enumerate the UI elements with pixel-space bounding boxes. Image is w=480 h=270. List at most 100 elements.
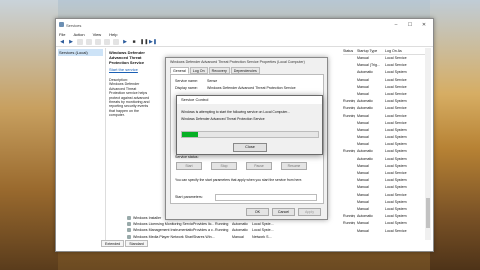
row-log-on-as: Local System <box>385 199 407 204</box>
table-row[interactable]: RunningAutomatic Local System <box>343 148 425 155</box>
tab-extended[interactable]: Extended <box>101 240 125 247</box>
service-control-title: Service Control <box>177 96 322 104</box>
cancel-button[interactable]: Cancel <box>272 208 295 216</box>
row-log-on-as: Local Service <box>385 228 407 233</box>
menu-action[interactable]: Action <box>73 31 84 38</box>
table-row[interactable]: Manual Local Service <box>343 91 425 98</box>
maximize-icon[interactable]: ☐ <box>403 19 417 31</box>
table-row[interactable]: Automatic Local System <box>343 156 425 163</box>
column-status[interactable]: Status <box>343 48 355 54</box>
service-control-dialog: Service Control Windows is attempting to… <box>176 95 323 155</box>
row-startup-type: Manual <box>357 91 369 96</box>
row-status: Running <box>343 106 355 111</box>
pause-button[interactable]: Pause <box>246 162 272 170</box>
table-row[interactable]: Manual Local Service <box>343 192 425 199</box>
export-icon[interactable] <box>104 39 110 45</box>
table-row[interactable]: RunningManual Local System <box>343 220 425 227</box>
table-row[interactable]: RunningManual Local Service <box>343 113 425 120</box>
row-startup-type: Manual <box>357 127 369 132</box>
row-startup-type: Manual <box>357 113 369 118</box>
start-button[interactable]: Start <box>176 162 202 170</box>
row-startup-type: Manual (Trig... <box>357 63 381 68</box>
back-arrow-icon[interactable]: ◀ <box>59 39 65 45</box>
close-icon[interactable]: ✕ <box>417 19 431 31</box>
close-button[interactable]: Close <box>233 143 267 152</box>
resume-button[interactable]: Resume <box>281 162 307 170</box>
tab-log-on[interactable]: Log On <box>189 67 208 74</box>
column-log-on-as[interactable]: Log On As <box>385 48 421 54</box>
table-row[interactable]: Manual Local System <box>343 177 425 184</box>
refresh-icon[interactable] <box>95 39 101 45</box>
restart-service-icon[interactable]: ▶❚ <box>149 39 157 45</box>
tree-node-services-local[interactable]: Services (Local) <box>58 49 103 56</box>
tab-dependencies[interactable]: Dependencies <box>230 67 260 74</box>
table-row[interactable]: Manual Local System <box>343 127 425 134</box>
row-status: Running <box>343 113 355 118</box>
row-startup-type: Manual <box>357 178 369 183</box>
minimize-icon[interactable]: – <box>389 19 403 31</box>
forward-arrow-icon[interactable]: ▶ <box>68 39 74 45</box>
vertical-scrollbar[interactable] <box>425 48 431 240</box>
service-action-buttons: Start Stop Pause Resume <box>176 162 307 170</box>
help-icon[interactable] <box>113 39 119 45</box>
table-row[interactable]: Manual Local Service <box>343 77 425 84</box>
row-log-on-as: Local System <box>385 206 407 211</box>
column-startup-type[interactable]: Startup Type <box>355 48 385 54</box>
row-status <box>343 177 355 184</box>
scrollbar-thumb[interactable] <box>426 198 430 228</box>
table-row[interactable]: Manual Local System <box>343 184 425 191</box>
start-parameters-input[interactable] <box>215 194 317 201</box>
tab-standard[interactable]: Standard <box>125 240 148 247</box>
row-startup-type: Manual <box>357 185 369 190</box>
row-status <box>343 170 355 177</box>
start-service-link[interactable]: Start the service <box>109 67 152 72</box>
menu-bar: File Action View Help <box>56 31 433 38</box>
row-status <box>343 134 355 141</box>
attempting-message: Windows is attempting to start the follo… <box>181 110 290 114</box>
menu-view[interactable]: View <box>93 31 102 38</box>
table-row[interactable]: Manual Local Service <box>343 228 425 235</box>
table-row[interactable]: Manual Local Service <box>343 55 425 62</box>
row-startup-type: Manual <box>357 56 369 60</box>
pause-service-icon[interactable]: ❚❚ <box>140 39 148 45</box>
row-startup-type: Automatic <box>357 99 373 104</box>
table-row[interactable]: Manual Local System <box>343 134 425 141</box>
row-status <box>343 156 355 163</box>
console-tree-icon[interactable] <box>77 39 83 45</box>
start-service-icon[interactable]: ▶ <box>122 39 128 45</box>
properties-icon[interactable] <box>86 39 92 45</box>
apply-button[interactable]: Apply <box>298 208 321 216</box>
table-row[interactable]: Automatic Local System <box>343 69 425 76</box>
row-log-on-as: Local System <box>385 70 407 75</box>
stop-button[interactable]: Stop <box>211 162 237 170</box>
start-progress-bar <box>181 131 319 138</box>
row-status: Running <box>343 214 355 219</box>
desktop-wallpaper-left <box>0 0 58 270</box>
table-row[interactable]: Manual Local System <box>343 199 425 206</box>
row-status: Running <box>343 99 355 104</box>
tab-general[interactable]: General <box>170 67 189 74</box>
row-startup-type: Automatic <box>357 214 373 219</box>
selected-service-name: Windows Defender Advanced Threat Protect… <box>109 50 145 65</box>
menu-help[interactable]: Help <box>109 31 117 38</box>
table-row[interactable]: Manual Local Service <box>343 120 425 127</box>
table-row[interactable]: Manual (Trig... Local Service <box>343 62 425 69</box>
table-row[interactable]: RunningAutomatic Local System <box>343 98 425 105</box>
stop-service-icon[interactable]: ■ <box>131 39 137 45</box>
table-row[interactable]: Manual Local Service <box>343 84 425 91</box>
table-row[interactable]: RunningAutomatic Local System <box>343 213 425 220</box>
title-bar[interactable]: Services – ☐ ✕ <box>56 19 433 31</box>
table-row[interactable]: Manual Local System <box>343 206 425 213</box>
table-row[interactable]: Manual Local System <box>343 163 425 170</box>
table-row[interactable]: RunningAutomatic Local Service <box>343 105 425 112</box>
row-status <box>343 69 355 76</box>
table-row[interactable]: Manual Local Service <box>343 170 425 177</box>
table-row[interactable]: Manual Local System <box>343 141 425 148</box>
row-status <box>343 84 355 91</box>
table-row[interactable]: Windows Media Player Network Sharing Ser… <box>127 234 287 240</box>
menu-file[interactable]: File <box>59 31 65 38</box>
row-startup-type: Manual <box>357 163 369 168</box>
ok-button[interactable]: OK <box>246 208 269 216</box>
tab-recovery[interactable]: Recovery <box>208 67 230 74</box>
list-header: Status Startup Type Log On As <box>343 48 425 55</box>
